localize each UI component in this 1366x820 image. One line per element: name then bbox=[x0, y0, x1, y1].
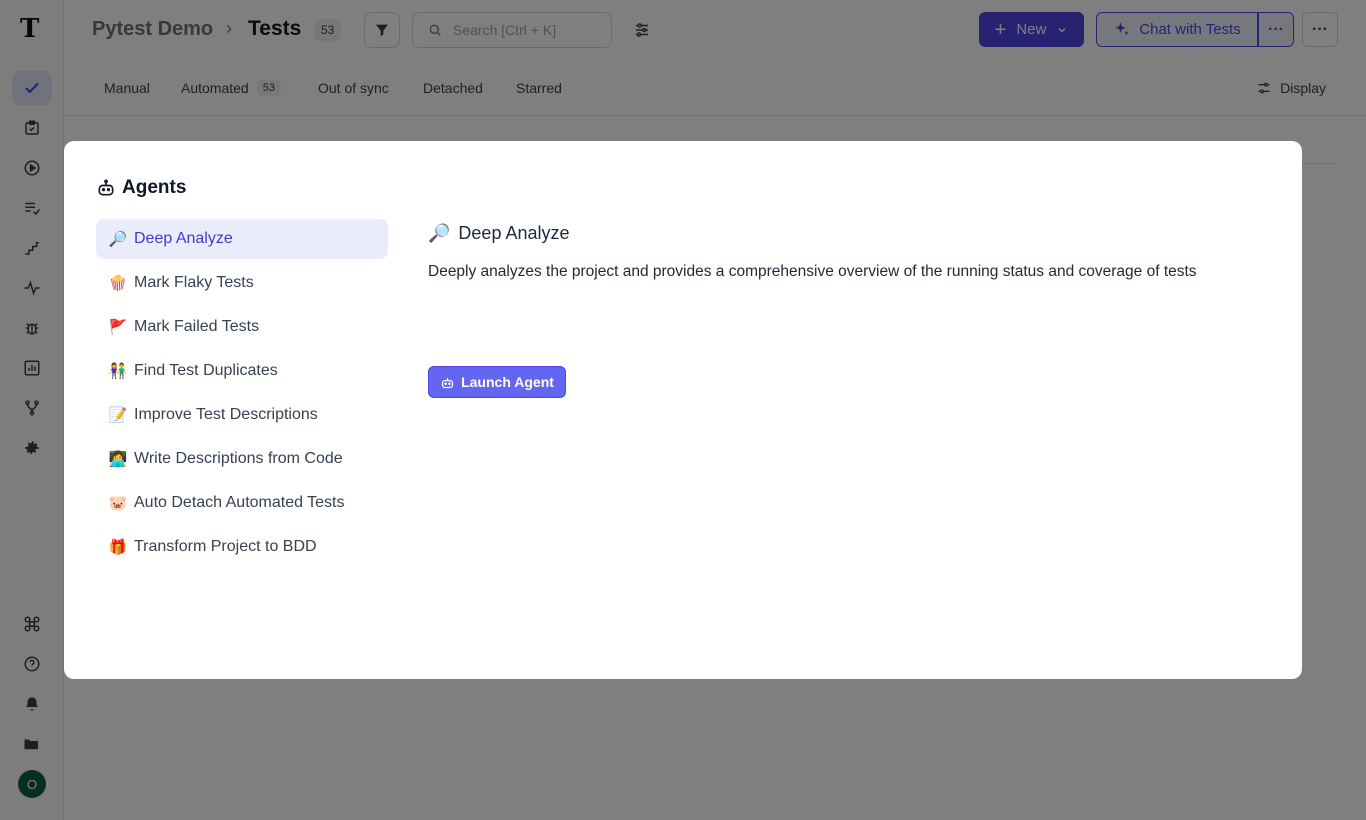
agent-detail-title: 🔎 Deep Analyze bbox=[428, 221, 1272, 245]
agent-label: Auto Detach Automated Tests bbox=[134, 494, 345, 511]
agent-item-mark-failed-tests[interactable]: 🚩 Mark Failed Tests bbox=[96, 307, 388, 347]
agent-list: 🔎 Deep Analyze 🍿 Mark Flaky Tests 🚩 Mark… bbox=[96, 219, 388, 571]
agent-item-transform-project-to-bdd[interactable]: 🎁 Transform Project to BDD bbox=[96, 527, 388, 567]
launch-agent-button[interactable]: Launch Agent bbox=[428, 366, 566, 398]
agent-item-find-test-duplicates[interactable]: 👫 Find Test Duplicates bbox=[96, 351, 388, 391]
gift-icon: 🎁 bbox=[108, 539, 128, 556]
agent-item-improve-test-descriptions[interactable]: 📝 Improve Test Descriptions bbox=[96, 395, 388, 435]
modal-title: Agents bbox=[96, 177, 186, 199]
robot-icon bbox=[98, 179, 114, 196]
launch-agent-label: Launch Agent bbox=[461, 374, 554, 390]
agent-label: Improve Test Descriptions bbox=[134, 406, 318, 423]
modal-title-text: Agents bbox=[122, 177, 187, 198]
agents-modal: Agents 🔎 Deep Analyze 🍿 Mark Flaky Tests… bbox=[64, 141, 1302, 679]
agent-label: Mark Failed Tests bbox=[134, 318, 260, 335]
agent-label: Write Descriptions from Code bbox=[134, 450, 343, 467]
agent-label: Deep Analyze bbox=[134, 230, 233, 247]
agent-description: Deeply analyzes the project and provides… bbox=[428, 263, 1197, 280]
agent-label: Mark Flaky Tests bbox=[134, 274, 254, 291]
people-icon: 👫 bbox=[108, 363, 128, 380]
agent-detail-title-text: Deep Analyze bbox=[458, 222, 570, 243]
pig-icon: 🐷 bbox=[108, 495, 128, 512]
agent-item-write-descriptions-from-code[interactable]: 👩‍💻 Write Descriptions from Code bbox=[96, 439, 388, 479]
agent-item-deep-analyze[interactable]: 🔎 Deep Analyze bbox=[96, 219, 388, 259]
magnifier-icon: 🔎 bbox=[428, 222, 451, 243]
flag-icon: 🚩 bbox=[108, 319, 128, 336]
agent-item-auto-detach-automated-tests[interactable]: 🐷 Auto Detach Automated Tests bbox=[96, 483, 388, 523]
magnifier-icon: 🔎 bbox=[108, 231, 128, 248]
agent-item-mark-flaky-tests[interactable]: 🍿 Mark Flaky Tests bbox=[96, 263, 388, 303]
agent-label: Transform Project to BDD bbox=[134, 538, 317, 555]
popcorn-icon: 🍿 bbox=[108, 275, 128, 292]
technologist-icon: 👩‍💻 bbox=[108, 451, 128, 468]
agent-label: Find Test Duplicates bbox=[134, 362, 278, 379]
memo-icon: 📝 bbox=[108, 407, 128, 424]
agent-detail: 🔎 Deep Analyze Deeply analyzes the proje… bbox=[428, 221, 1272, 398]
robot-icon bbox=[441, 377, 454, 388]
